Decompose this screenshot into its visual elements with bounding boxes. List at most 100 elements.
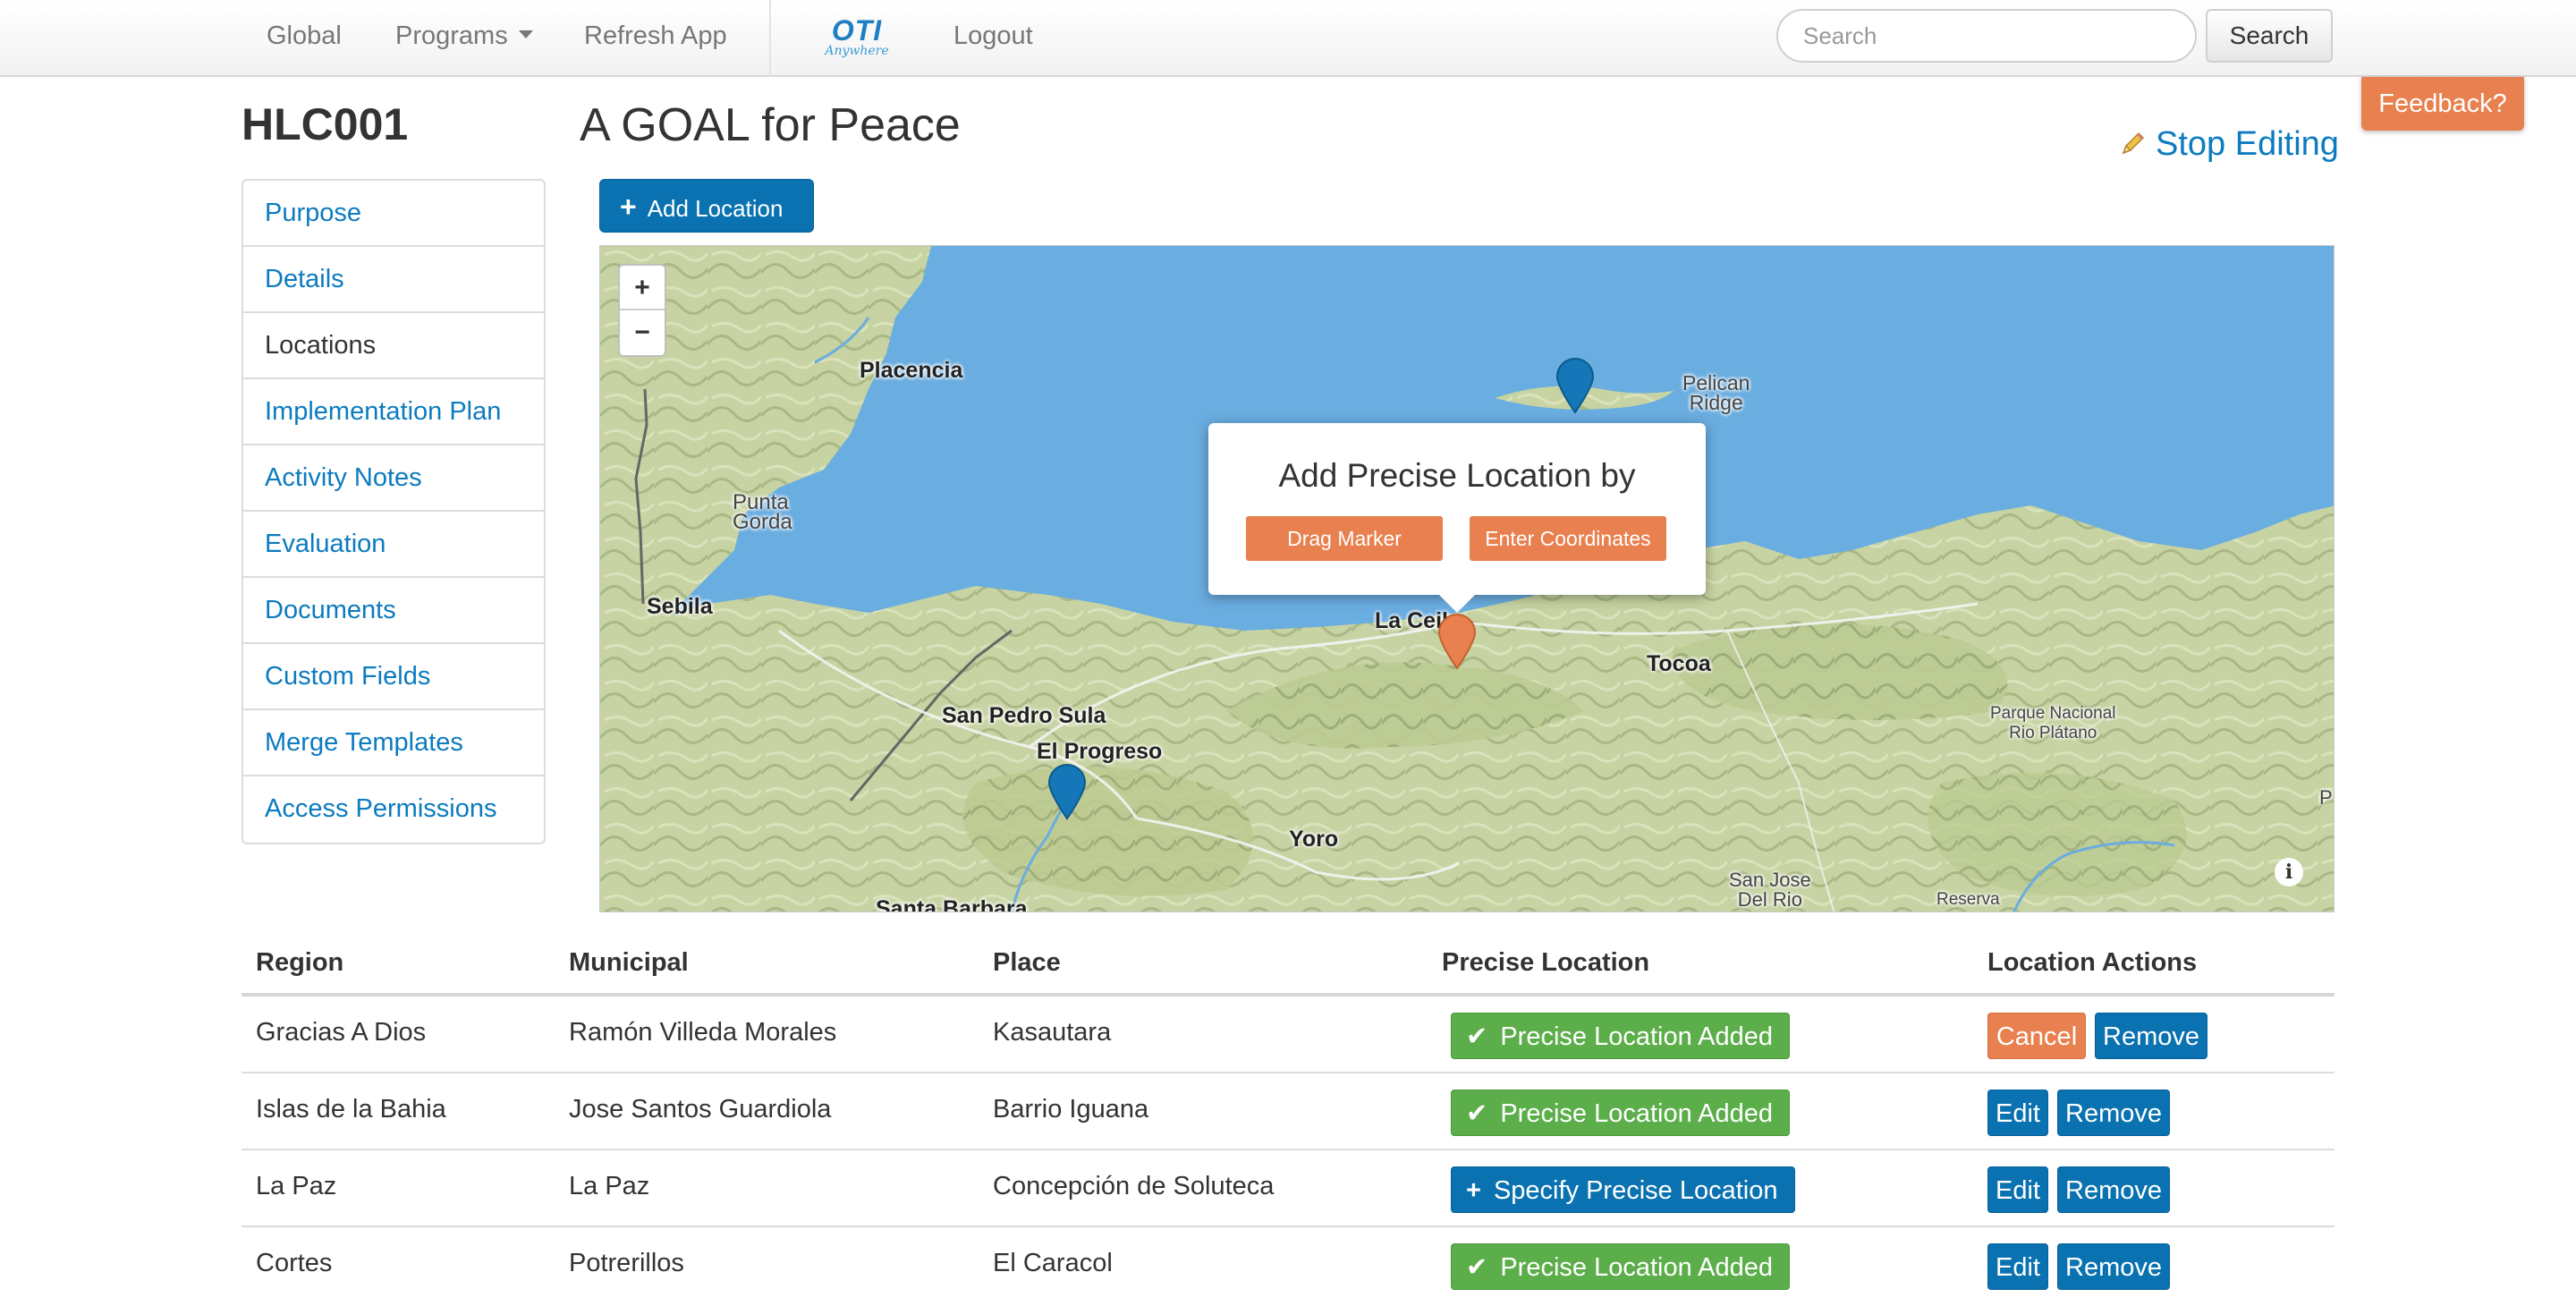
map-marker-blue-el-progreso[interactable]: [1046, 763, 1089, 820]
precise-location-label: Specify Precise Location: [1493, 1176, 1778, 1205]
cell-municipal: La Paz: [569, 1172, 650, 1200]
map-label-punta-gorda: Punta Gorda: [733, 490, 792, 534]
stop-editing-label: Stop Editing: [2156, 125, 2339, 163]
map-info-icon[interactable]: i: [2275, 858, 2303, 886]
sidebar-item-documents[interactable]: Documents: [243, 578, 544, 644]
cell-region: Cortes: [256, 1249, 333, 1277]
add-location-label: Add Location: [647, 195, 784, 222]
map-label-sebila: Sebila: [647, 594, 713, 619]
cell-place: Barrio Iguana: [993, 1095, 1149, 1124]
search-input[interactable]: [1776, 9, 2197, 63]
cell-region: Islas de la Bahia: [256, 1095, 446, 1124]
map-label-el-progreso: El Progreso: [1037, 739, 1163, 764]
logo-text: OTI: [831, 14, 883, 47]
cell-place: Kasautara: [993, 1018, 1112, 1047]
sidebar-item-locations[interactable]: Locations: [243, 313, 544, 379]
drag-marker-button[interactable]: Drag Marker: [1246, 516, 1443, 561]
edit-button[interactable]: Edit: [1987, 1090, 2048, 1136]
header-municipal: Municipal: [569, 948, 689, 977]
table-row: Gracias A Dios Ramón Villeda Morales Kas…: [242, 996, 2334, 1073]
sidebar-item-implementation-plan[interactable]: Implementation Plan: [243, 379, 544, 445]
cell-region: Gracias A Dios: [256, 1018, 427, 1047]
cell-region: La Paz: [256, 1172, 337, 1200]
pencil-icon: [2122, 131, 2145, 155]
plus-icon: +: [1466, 1176, 1481, 1205]
header-location-actions: Location Actions: [1987, 948, 2198, 977]
locations-table: Region Municipal Place Precise Location …: [242, 929, 2334, 1304]
sidebar-item-merge-templates[interactable]: Merge Templates: [243, 710, 544, 776]
popup-title: Add Precise Location by: [1278, 457, 1636, 494]
precise-location-added-button[interactable]: ✔ Precise Location Added: [1451, 1013, 1791, 1059]
enter-coordinates-button[interactable]: Enter Coordinates: [1470, 516, 1666, 561]
sidebar-item-custom-fields[interactable]: Custom Fields: [243, 644, 544, 710]
cancel-button[interactable]: Cancel: [1987, 1013, 2086, 1059]
precise-location-label: Precise Location Added: [1500, 1253, 1774, 1282]
sidebar-item-evaluation[interactable]: Evaluation: [243, 512, 544, 578]
cell-place: Concepción de Soluteca: [993, 1172, 1275, 1200]
top-navbar: Global Programs Refresh App OTI Anywhere…: [0, 0, 2576, 77]
search-button[interactable]: Search: [2206, 9, 2333, 63]
remove-button[interactable]: Remove: [2057, 1166, 2170, 1213]
specify-precise-location-button[interactable]: + Specify Precise Location: [1451, 1166, 1795, 1213]
precise-location-added-button[interactable]: ✔ Precise Location Added: [1451, 1243, 1791, 1290]
check-icon: ✔: [1466, 1022, 1488, 1051]
header-place: Place: [993, 948, 1061, 977]
map-label-reserva: Reserva: [1936, 890, 2000, 909]
caret-down-icon: [518, 30, 533, 38]
zoom-in-button[interactable]: +: [620, 266, 665, 310]
logo-subtext: Anywhere: [825, 44, 889, 58]
sidebar-item-activity-notes[interactable]: Activity Notes: [243, 445, 544, 512]
edit-button[interactable]: Edit: [1987, 1166, 2048, 1213]
nav-divider: [769, 0, 771, 77]
sidebar-item-details[interactable]: Details: [243, 247, 544, 313]
project-code: HLC001: [242, 99, 409, 149]
header-region: Region: [256, 948, 344, 977]
sidebar-item-access-permissions[interactable]: Access Permissions: [243, 776, 544, 843]
map-label-san-jose-del-rio: San Jose Del Rio: [1729, 869, 1811, 911]
location-map[interactable]: + − Placencia Punta Gorda Sebila Pelican…: [599, 245, 2334, 912]
map-label-yoro: Yoro: [1289, 827, 1339, 852]
remove-button[interactable]: Remove: [2057, 1243, 2170, 1290]
remove-button[interactable]: Remove: [2095, 1013, 2207, 1059]
map-label-edge: P: [2319, 786, 2333, 809]
nav-refresh-app[interactable]: Refresh App: [584, 0, 727, 72]
project-sidebar: Purpose Details Locations Implementation…: [242, 179, 546, 844]
map-marker-orange-draggable[interactable]: [1436, 613, 1479, 670]
remove-button[interactable]: Remove: [2057, 1090, 2170, 1136]
feedback-tab[interactable]: Feedback?: [2361, 77, 2524, 131]
page-title: A GOAL for Peace: [580, 99, 961, 151]
add-location-button[interactable]: + Add Location: [599, 179, 814, 233]
add-precise-location-popup: Add Precise Location by Drag Marker Ente…: [1208, 423, 1706, 613]
edit-button[interactable]: Edit: [1987, 1243, 2048, 1290]
map-label-santa-barbara: Santa Barbara: [876, 896, 1028, 912]
nav-logout[interactable]: Logout: [953, 0, 1033, 72]
table-row: Islas de la Bahia Jose Santos Guardiola …: [242, 1073, 2334, 1150]
cell-municipal: Jose Santos Guardiola: [569, 1095, 832, 1124]
nav-programs-dropdown[interactable]: Programs: [395, 0, 533, 72]
precise-location-label: Precise Location Added: [1500, 1099, 1774, 1128]
cell-municipal: Ramón Villeda Morales: [569, 1018, 837, 1047]
table-row: Cortes Potrerillos El Caracol ✔ Precise L…: [242, 1227, 2334, 1304]
map-zoom-control: + −: [618, 264, 666, 357]
header-precise-location: Precise Location: [1442, 948, 1650, 977]
zoom-out-button[interactable]: −: [620, 310, 665, 355]
map-label-placencia: Placencia: [860, 358, 963, 383]
check-icon: ✔: [1466, 1253, 1488, 1282]
oti-logo[interactable]: OTI Anywhere: [821, 16, 893, 59]
nav-global[interactable]: Global: [267, 0, 342, 72]
map-label-san-pedro-sula: San Pedro Sula: [942, 703, 1106, 728]
check-icon: ✔: [1466, 1099, 1488, 1128]
map-marker-blue-bay-islands[interactable]: [1554, 357, 1597, 414]
table-row: La Paz La Paz Concepción de Soluteca + Sp…: [242, 1150, 2334, 1227]
table-header: Region Municipal Place Precise Location …: [242, 929, 2334, 996]
precise-location-label: Precise Location Added: [1500, 1022, 1774, 1051]
cell-municipal: Potrerillos: [569, 1249, 684, 1277]
sidebar-item-purpose[interactable]: Purpose: [243, 181, 544, 247]
nav-programs-label: Programs: [395, 21, 508, 50]
map-label-parque-nacional: Parque Nacional Rio Plátano: [1990, 704, 2116, 742]
precise-location-added-button[interactable]: ✔ Precise Location Added: [1451, 1090, 1791, 1136]
map-label-tocoa: Tocoa: [1647, 651, 1711, 676]
stop-editing-link[interactable]: Stop Editing: [2120, 125, 2339, 164]
cell-place: El Caracol: [993, 1249, 1113, 1277]
plus-icon: +: [620, 191, 637, 223]
